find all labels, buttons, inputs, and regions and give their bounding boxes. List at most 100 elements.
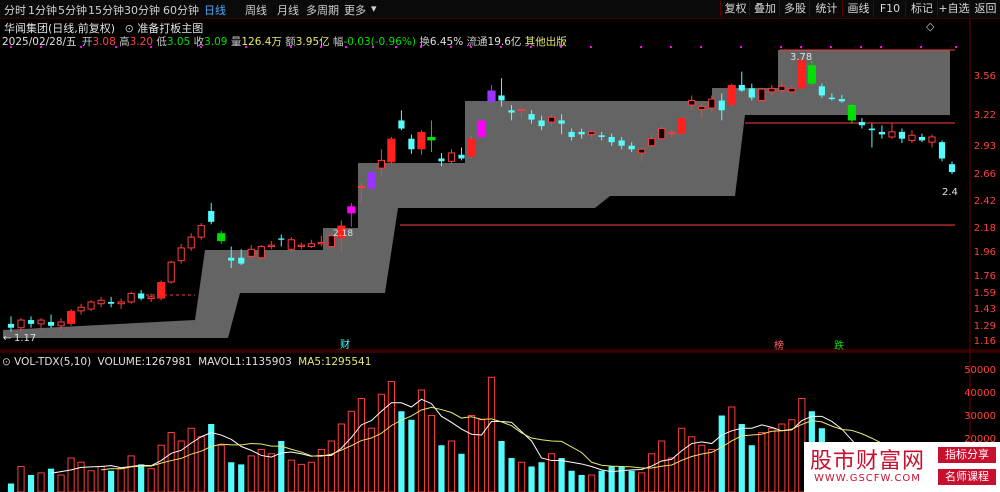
volume-bar (138, 464, 145, 492)
other-info[interactable]: 其他出版 (525, 36, 567, 48)
candle[interactable] (387, 136, 396, 165)
period-tab-10[interactable]: 更多 (344, 2, 366, 18)
volume-bar (578, 475, 585, 492)
high-value: 3.20 (129, 36, 154, 48)
signal-dot (740, 46, 742, 48)
signal-dot (830, 46, 832, 48)
candle[interactable] (847, 103, 856, 124)
candle[interactable] (27, 316, 35, 328)
candle[interactable] (97, 296, 105, 308)
candle[interactable] (908, 130, 916, 144)
candle[interactable] (738, 71, 745, 92)
candle[interactable] (858, 118, 866, 129)
candle[interactable] (427, 120, 436, 153)
candle[interactable] (87, 300, 95, 311)
event-marker-drop: 跌 (834, 339, 844, 352)
candle[interactable] (417, 130, 426, 155)
candle[interactable] (758, 87, 766, 103)
candle[interactable] (878, 125, 886, 139)
candle[interactable] (898, 128, 906, 144)
candle[interactable] (197, 223, 205, 240)
candle[interactable] (677, 117, 686, 136)
candle[interactable] (347, 202, 356, 227)
toolbar-button-7[interactable]: +自选 (937, 1, 970, 17)
period-tab-1[interactable]: 1分钟 (28, 2, 57, 18)
volume-bar (528, 466, 535, 492)
candle[interactable] (297, 242, 305, 250)
toolbar-button-5[interactable]: F10 (873, 1, 906, 17)
watermark-tag-course: 名师课程 (938, 469, 996, 485)
candle[interactable] (167, 260, 175, 284)
candle[interactable] (487, 84, 496, 105)
toolbar-button-8[interactable]: 返回 (969, 1, 1000, 17)
period-tab-8[interactable]: 月线 (277, 2, 299, 18)
candle[interactable] (208, 202, 215, 225)
candle[interactable] (138, 290, 145, 301)
candle[interactable] (217, 230, 226, 244)
candle[interactable] (66, 309, 76, 326)
candle[interactable] (928, 134, 936, 148)
candle[interactable] (447, 149, 456, 165)
candle[interactable] (398, 110, 405, 131)
candle[interactable] (467, 135, 476, 159)
period-tab-5[interactable]: 60分钟 (163, 2, 199, 18)
candle[interactable] (278, 234, 285, 247)
volume-bar (27, 475, 35, 492)
period-tab-9[interactable]: 多周期 (306, 2, 339, 18)
candle[interactable] (367, 172, 376, 191)
candle[interactable] (458, 147, 465, 161)
volume-bar (568, 470, 575, 492)
more-chevron-icon[interactable]: ▾ (371, 2, 377, 15)
period-tab-6[interactable]: 日线 (204, 2, 226, 18)
candle[interactable] (868, 123, 876, 148)
volume-bar (738, 424, 745, 492)
period-tab-7[interactable]: 周线 (245, 2, 267, 18)
candle[interactable] (938, 140, 946, 162)
period-tab-3[interactable]: 15分钟 (88, 2, 124, 18)
volume-bar (217, 444, 225, 492)
candle[interactable] (918, 133, 926, 143)
candle[interactable] (117, 298, 125, 310)
candle[interactable] (797, 59, 806, 90)
candle[interactable] (287, 237, 295, 253)
candle[interactable] (77, 303, 85, 315)
candle[interactable] (477, 118, 486, 139)
volume-bar (287, 459, 295, 492)
volume-label: 量 (230, 36, 242, 48)
volume-bar (197, 436, 205, 492)
candle[interactable] (7, 316, 15, 332)
candle[interactable] (948, 161, 956, 175)
period-tab-4[interactable]: 30分钟 (124, 2, 160, 18)
volume-bar (127, 455, 135, 492)
candle[interactable] (247, 245, 255, 258)
price-tick-label: 1.29 (974, 321, 996, 332)
close-value: 3.09 (204, 36, 228, 48)
candle[interactable] (257, 245, 265, 260)
period-tab-0[interactable]: 分时 (4, 2, 26, 18)
candle[interactable] (658, 126, 666, 141)
toolbar-button-6[interactable]: 标记 (905, 1, 938, 17)
price-tick-label: 1.76 (974, 271, 996, 282)
volume-indicator-name[interactable]: VOL-TDX(5,10) (14, 356, 91, 368)
candle[interactable] (127, 291, 135, 304)
toolbar-button-3[interactable]: 统计 (809, 1, 843, 17)
candle[interactable] (408, 134, 415, 154)
candle[interactable] (267, 241, 275, 250)
toolbar-button-0[interactable]: 复权 (720, 1, 750, 17)
toolbar-button-1[interactable]: 叠加 (749, 1, 780, 17)
toolbar-button-2[interactable]: 多股 (779, 1, 810, 17)
candle[interactable] (888, 123, 896, 139)
period-tab-2[interactable]: 5分钟 (58, 2, 87, 18)
volume-toggle-icon[interactable]: ⊙ (2, 356, 11, 368)
candle[interactable] (187, 233, 195, 251)
candle[interactable] (307, 239, 315, 248)
candle[interactable] (177, 243, 185, 264)
toolbar-button-4[interactable]: 画线 (842, 1, 874, 17)
signal-dot (640, 46, 642, 48)
candle[interactable] (108, 296, 115, 308)
candle[interactable] (727, 83, 736, 107)
diamond-icon[interactable]: ◇ (926, 20, 934, 33)
candle[interactable] (47, 314, 55, 328)
candle[interactable] (157, 280, 166, 301)
chart-canvas[interactable]: 3.56 3.22 2.93 2.66 2.42 2.18 1.96 1.76 1.59 1.43… (0, 18, 1000, 492)
